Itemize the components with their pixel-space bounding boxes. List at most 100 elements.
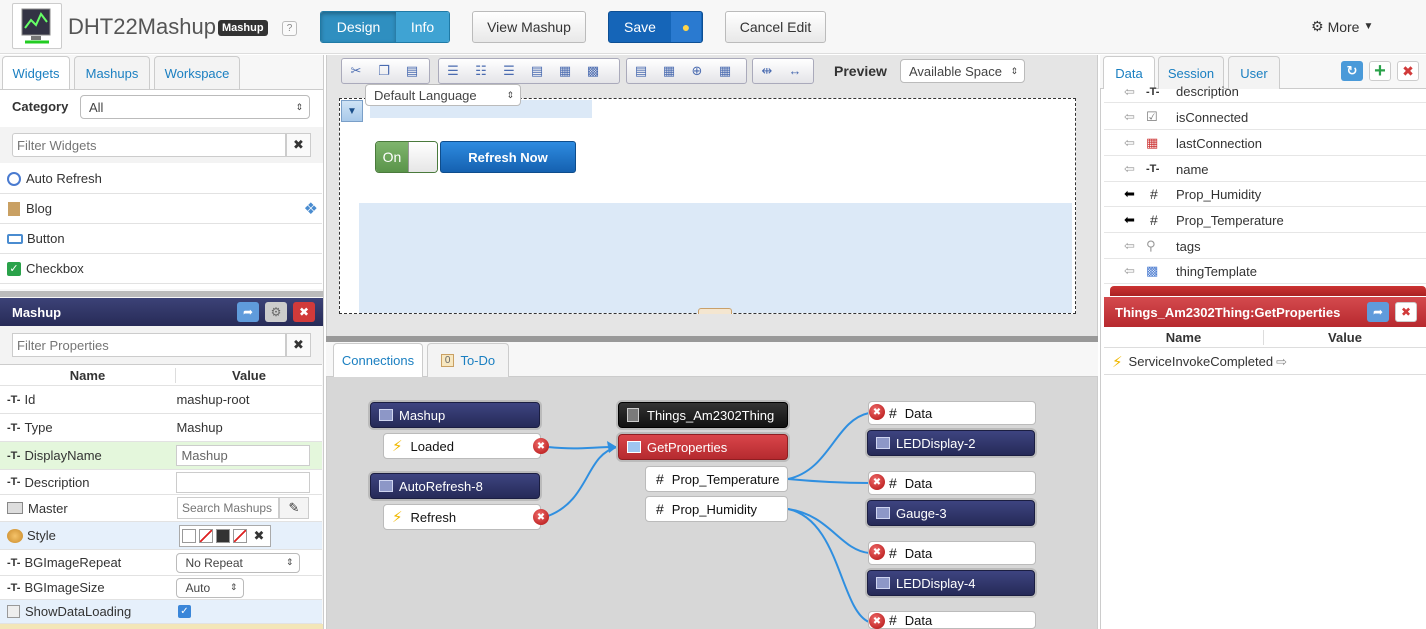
- tag-icon: ⚲: [1146, 238, 1156, 253]
- lightning-icon: ⚡: [392, 438, 403, 455]
- close-icon[interactable]: ✖: [1395, 302, 1417, 322]
- col-name: Name: [1104, 329, 1264, 345]
- add-icon[interactable]: +: [1369, 60, 1391, 82]
- node-leddisplay-2[interactable]: LEDDisplay-2: [867, 430, 1035, 456]
- link-humid-data-4: [787, 508, 870, 623]
- binding-arrow-icon: ⇦: [1124, 135, 1135, 150]
- data-item-label: description: [1176, 84, 1239, 99]
- widget-icon: [379, 409, 393, 421]
- calendar-icon: ▦: [1146, 135, 1159, 150]
- bound-arrow-icon: ⬅: [1124, 186, 1135, 201]
- data-item-label: name: [1176, 161, 1209, 177]
- target-data-4[interactable]: # Data: [868, 611, 1036, 629]
- event-label: Refresh: [410, 509, 457, 525]
- text-type-icon: -T-: [1146, 85, 1160, 98]
- remove-refresh-icon[interactable]: ✖: [533, 509, 549, 525]
- data-item-label: tags: [1176, 238, 1201, 254]
- link-temp-data-2: [787, 478, 870, 484]
- hash-icon: #: [1150, 186, 1158, 202]
- binding-arrow-icon: ⇦: [1124, 238, 1135, 253]
- service-panel-title: Things_Am2302Thing:GetProperties: [1115, 304, 1341, 320]
- node-label: LEDDisplay-4: [896, 575, 976, 591]
- data-item-isconnected[interactable]: ⇦ ☑ isConnected: [1104, 105, 1426, 130]
- prop-label: Prop_Temperature: [671, 471, 780, 487]
- node-label: LEDDisplay-2: [896, 435, 976, 451]
- event-loaded[interactable]: ⚡ Loaded: [383, 433, 541, 459]
- boolean-type-icon: ☑: [1146, 109, 1158, 124]
- target-label: Data: [904, 545, 933, 561]
- remove-loaded-icon[interactable]: ✖: [533, 438, 549, 454]
- hash-icon: #: [889, 475, 897, 491]
- data-item-label: thingTemplate: [1176, 263, 1257, 279]
- remove-data-4-icon[interactable]: ✖: [869, 613, 885, 629]
- remove-data-3-icon[interactable]: ✖: [869, 544, 885, 560]
- node-label: GetProperties: [647, 439, 728, 455]
- service-table-header: Name Value: [1104, 327, 1426, 348]
- node-mashup[interactable]: Mashup: [370, 402, 540, 428]
- widget-icon: [876, 507, 890, 519]
- target-data-1[interactable]: # Data: [868, 401, 1036, 425]
- node-gauge-3[interactable]: Gauge-3: [867, 500, 1035, 526]
- template-icon: ▩: [1146, 263, 1159, 278]
- target-data-2[interactable]: # Data: [868, 471, 1036, 495]
- link-loaded-getproperties: [547, 446, 618, 450]
- node-leddisplay-4[interactable]: LEDDisplay-4: [867, 570, 1035, 596]
- target-label: Data: [904, 405, 933, 421]
- binding-arrow-icon: ⇦: [1124, 263, 1135, 278]
- node-label: Things_Am2302Thing: [647, 407, 775, 423]
- data-item-thingtemplate[interactable]: ⇦ ▩ thingTemplate: [1104, 259, 1426, 284]
- col-value: Value: [1328, 329, 1362, 345]
- widget-icon: [876, 437, 890, 449]
- data-item-label: Prop_Humidity: [1176, 186, 1262, 202]
- widget-icon: [876, 577, 890, 589]
- node-label: AutoRefresh-8: [399, 478, 483, 494]
- event-refresh[interactable]: ⚡ Refresh: [383, 504, 541, 530]
- binding-arrow-icon: ⇦: [1124, 109, 1135, 124]
- link-temp-data-1: [787, 412, 870, 480]
- target-label: Data: [904, 612, 933, 628]
- refresh-icon[interactable]: ↻: [1341, 61, 1363, 81]
- remove-data-2-icon[interactable]: ✖: [869, 474, 885, 490]
- target-data-3[interactable]: # Data: [868, 541, 1036, 565]
- prop-label: Prop_Humidity: [671, 501, 758, 517]
- event-label: Loaded: [410, 438, 454, 454]
- data-item-prop-temperature[interactable]: ⬅ # Prop_Temperature: [1104, 208, 1426, 233]
- service-icon: [627, 441, 641, 453]
- event-label: ServiceInvokeCompleted: [1128, 354, 1274, 369]
- text-type-icon: -T-: [1146, 163, 1160, 175]
- data-item-description[interactable]: ⇦ -T-description: [1104, 81, 1426, 103]
- widget-icon: [379, 480, 393, 492]
- hash-icon: #: [656, 471, 664, 487]
- node-label: Gauge-3: [896, 505, 947, 521]
- data-item-label: isConnected: [1176, 109, 1249, 125]
- share-icon[interactable]: ➦: [1367, 302, 1389, 322]
- hash-icon: #: [889, 612, 897, 628]
- data-item-label: lastConnection: [1176, 135, 1262, 151]
- thing-icon: [627, 408, 639, 422]
- bound-arrow-icon: ⬅: [1124, 212, 1135, 227]
- delete-icon[interactable]: ✖: [1397, 61, 1419, 81]
- prop-humidity-node[interactable]: # Prop_Humidity: [645, 496, 788, 522]
- hash-icon: #: [889, 545, 897, 561]
- binding-arrow-icon: ⇦: [1124, 161, 1135, 176]
- data-item-tags[interactable]: ⇦ ⚲ tags: [1104, 234, 1426, 259]
- target-label: Data: [904, 475, 933, 491]
- lightning-icon: ⚡: [392, 509, 403, 526]
- service-event-row[interactable]: ⚡ ServiceInvokeCompleted ⇨: [1104, 349, 1426, 375]
- data-item-name[interactable]: ⇦ -T-name: [1104, 157, 1426, 182]
- hash-icon: #: [656, 501, 664, 517]
- hash-icon: #: [1150, 212, 1158, 228]
- data-item-prop-humidity[interactable]: ⬅ # Prop_Humidity: [1104, 182, 1426, 207]
- remove-data-1-icon[interactable]: ✖: [869, 404, 885, 420]
- prop-temperature-node[interactable]: # Prop_Temperature: [645, 466, 788, 492]
- data-item-label: Prop_Temperature: [1176, 212, 1284, 228]
- arrow-right-icon[interactable]: ⇨: [1276, 354, 1287, 370]
- node-autorefresh[interactable]: AutoRefresh-8: [370, 473, 540, 499]
- lightning-icon: ⚡: [1112, 353, 1123, 371]
- link-refresh-getproperties: [547, 446, 618, 517]
- binding-arrow-icon: ⇦: [1124, 83, 1135, 99]
- node-thing[interactable]: Things_Am2302Thing: [618, 402, 788, 428]
- node-getproperties[interactable]: GetProperties: [618, 434, 788, 460]
- data-item-lastconnection[interactable]: ⇦ ▦ lastConnection: [1104, 131, 1426, 156]
- right-splitter[interactable]: [1110, 286, 1426, 296]
